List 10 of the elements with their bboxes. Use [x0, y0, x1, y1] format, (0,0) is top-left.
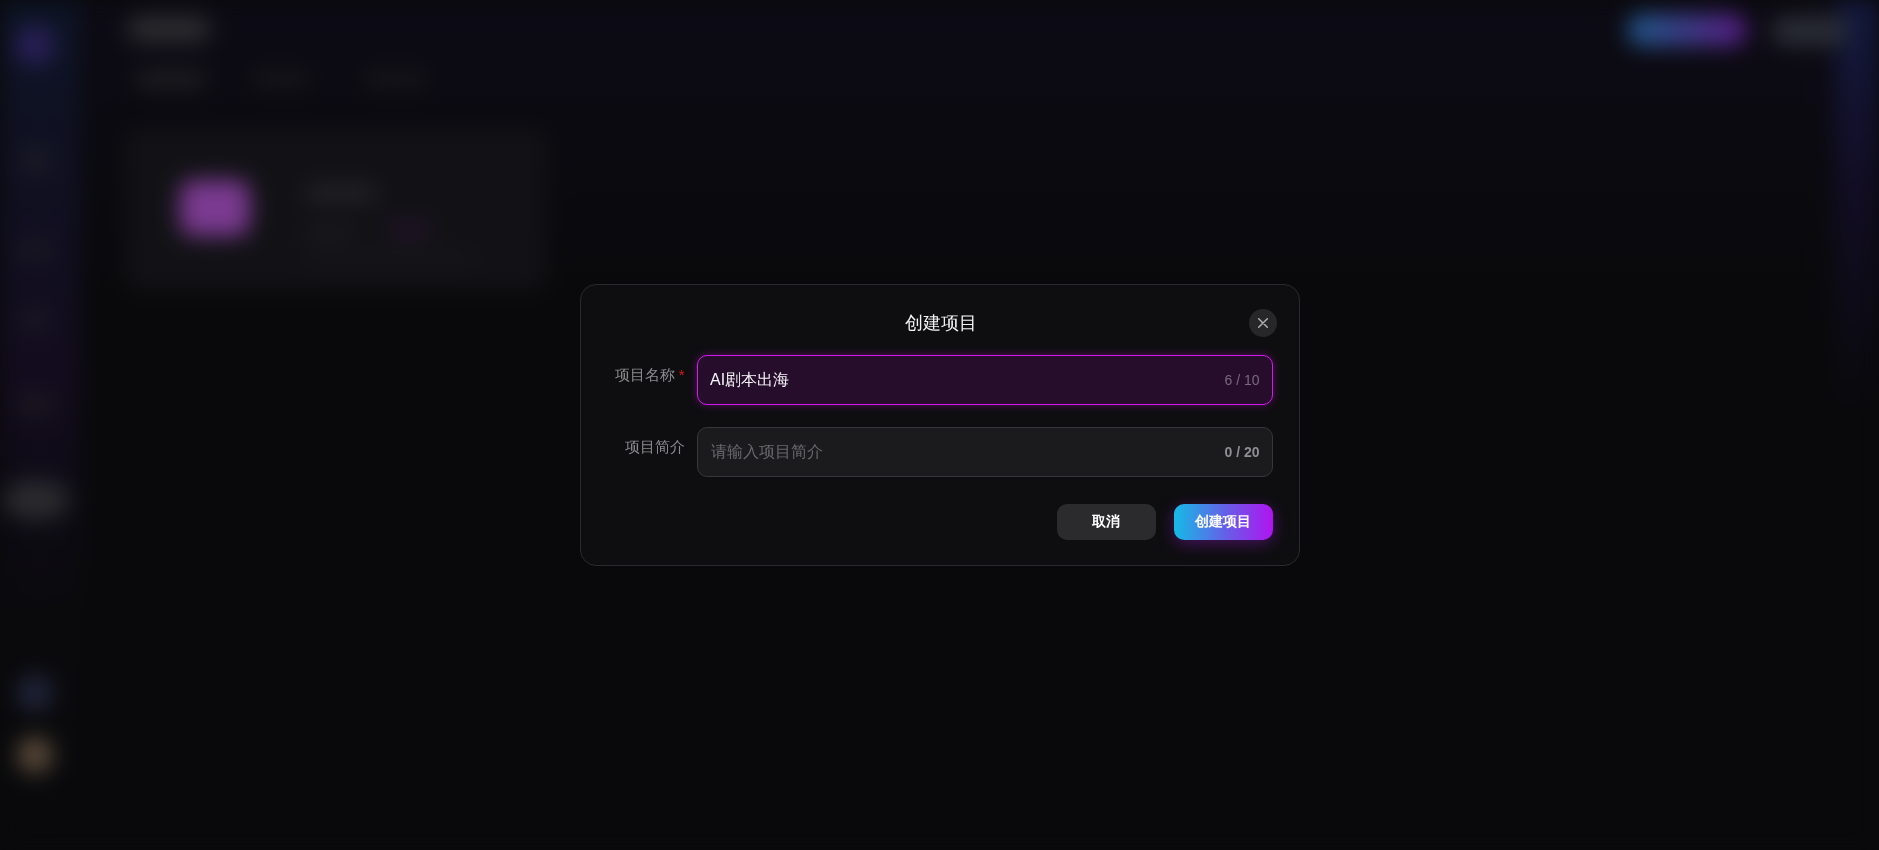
required-asterisk: *: [678, 365, 685, 385]
field-label: 项目简介: [624, 437, 685, 457]
character-counter: 6 / 10: [1224, 371, 1260, 389]
dialog-title: 创建项目: [904, 312, 977, 335]
create-button[interactable]: 创建项目: [1173, 504, 1273, 540]
field-label: 项目名称: [614, 365, 675, 385]
close-icon: [1257, 318, 1268, 328]
character-counter: 0 / 20: [1224, 443, 1260, 461]
cancel-button[interactable]: 取消: [1056, 504, 1156, 540]
close-button[interactable]: [1248, 309, 1277, 337]
